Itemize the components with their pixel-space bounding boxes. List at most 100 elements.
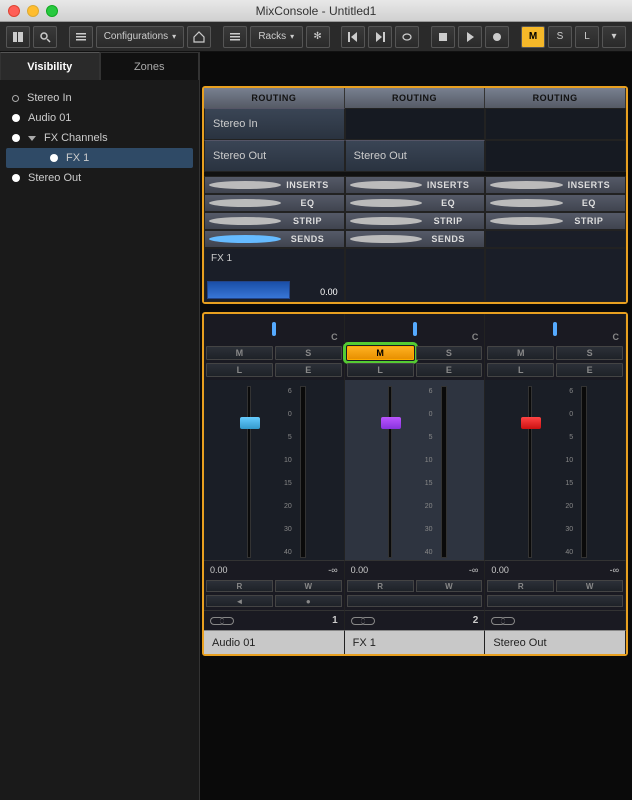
fader-track-1[interactable] bbox=[383, 386, 397, 558]
write-button-0[interactable]: W bbox=[275, 580, 342, 592]
sends-cell-1[interactable]: SENDS bbox=[345, 230, 486, 248]
inserts-cell-2[interactable]: INSERTS bbox=[485, 176, 626, 194]
fader-0: 6051015203040 bbox=[204, 380, 345, 560]
pan-2[interactable]: C bbox=[485, 314, 626, 344]
play-button[interactable] bbox=[458, 26, 482, 48]
edit-button-0[interactable]: E bbox=[275, 363, 342, 377]
search-button[interactable] bbox=[33, 26, 57, 48]
fader-knob-0[interactable] bbox=[240, 417, 260, 429]
routing-in-0[interactable]: Stereo In bbox=[204, 108, 345, 140]
routing-out-1[interactable]: Stereo Out bbox=[345, 140, 486, 172]
read-button-2[interactable]: R bbox=[487, 580, 554, 592]
rw-cell-2: R W bbox=[485, 578, 626, 610]
toolbar-more-button[interactable]: ▾ bbox=[602, 26, 626, 48]
fader-knob-1[interactable] bbox=[381, 417, 401, 429]
edit-button-1[interactable]: E bbox=[416, 363, 483, 377]
fader-value-2[interactable]: 0.00-∞ bbox=[485, 560, 626, 578]
edit-button-2[interactable]: E bbox=[556, 363, 623, 377]
channel-name-1[interactable]: FX 1 bbox=[345, 630, 486, 654]
list2-icon[interactable] bbox=[223, 26, 247, 48]
routing-in-1[interactable] bbox=[345, 108, 486, 140]
transport-end-button[interactable] bbox=[368, 26, 392, 48]
tab-zones[interactable]: Zones bbox=[100, 52, 200, 80]
strip-cell-2[interactable]: STRIP bbox=[485, 212, 626, 230]
channel-tree: Stereo In Audio 01 FX Channels FX 1 Ster… bbox=[0, 80, 199, 196]
send-slot-1[interactable] bbox=[345, 248, 486, 302]
global-mute-button[interactable]: M bbox=[521, 26, 545, 48]
monitor-button-0[interactable]: ◄ bbox=[206, 595, 273, 607]
stop-button[interactable] bbox=[431, 26, 455, 48]
strip-cell-1[interactable]: STRIP bbox=[345, 212, 486, 230]
read-button-0[interactable]: R bbox=[206, 580, 273, 592]
ms-cell-0: M S L E bbox=[204, 344, 345, 380]
send-slot-0[interactable]: FX 1 0.00 bbox=[204, 248, 345, 302]
tree-fx1[interactable]: FX 1 bbox=[6, 148, 193, 168]
fader-knob-2[interactable] bbox=[521, 417, 541, 429]
link-icon[interactable] bbox=[220, 617, 234, 625]
inserts-cell-0[interactable]: INSERTS bbox=[204, 176, 345, 194]
solo-button-0[interactable]: S bbox=[275, 346, 342, 360]
disclosure-icon[interactable] bbox=[28, 136, 36, 141]
listen-button-2[interactable]: L bbox=[487, 363, 554, 377]
send-label: FX 1 bbox=[211, 253, 232, 264]
inserts-cell-1[interactable]: INSERTS bbox=[345, 176, 486, 194]
write-button-1[interactable]: W bbox=[416, 580, 483, 592]
read-button-1[interactable]: R bbox=[347, 580, 414, 592]
sends-cell-0[interactable]: SENDS bbox=[204, 230, 345, 248]
routing-in-2[interactable] bbox=[485, 108, 626, 140]
fader-value-1[interactable]: 0.00-∞ bbox=[345, 560, 486, 578]
racks-settings-button[interactable]: ✻ bbox=[306, 26, 330, 48]
channel-name-2[interactable]: Stereo Out bbox=[485, 630, 626, 654]
rec-enable-0[interactable]: ● bbox=[275, 595, 342, 607]
home-button[interactable] bbox=[187, 26, 211, 48]
blank-2 bbox=[487, 595, 623, 607]
configurations-dropdown[interactable]: Configurations▾ bbox=[96, 26, 184, 48]
pan-1[interactable]: C bbox=[345, 314, 486, 344]
racks-dropdown[interactable]: Racks▾ bbox=[250, 26, 303, 48]
eq-cell-0[interactable]: EQ bbox=[204, 194, 345, 212]
transport-start-button[interactable] bbox=[341, 26, 365, 48]
cycle-button[interactable] bbox=[395, 26, 419, 48]
list-icon[interactable] bbox=[69, 26, 93, 48]
mute-button-1[interactable]: M bbox=[347, 346, 414, 360]
window-title: MixConsole - Untitled1 bbox=[8, 4, 624, 18]
tab-visibility[interactable]: Visibility bbox=[0, 52, 100, 80]
sends-cell-2 bbox=[485, 230, 626, 248]
tree-audio01[interactable]: Audio 01 bbox=[6, 108, 193, 128]
fader-track-2[interactable] bbox=[523, 386, 537, 558]
fader-scale: 6051015203040 bbox=[545, 386, 573, 558]
send-level-bar[interactable] bbox=[207, 281, 290, 299]
global-listen-button[interactable]: L bbox=[575, 26, 599, 48]
strip-cell-0[interactable]: STRIP bbox=[204, 212, 345, 230]
fader-track-0[interactable] bbox=[242, 386, 256, 558]
tree-stereo-out[interactable]: Stereo Out bbox=[6, 168, 193, 188]
listen-button-0[interactable]: L bbox=[206, 363, 273, 377]
rw-cell-0: R W ◄ ● bbox=[204, 578, 345, 610]
chnum-1: 2 bbox=[345, 610, 486, 630]
mute-button-0[interactable]: M bbox=[206, 346, 273, 360]
mute-button-2[interactable]: M bbox=[487, 346, 554, 360]
global-solo-button[interactable]: S bbox=[548, 26, 572, 48]
record-button[interactable] bbox=[485, 26, 509, 48]
routing-out-0[interactable]: Stereo Out bbox=[204, 140, 345, 172]
ms-cell-2: M S L E bbox=[485, 344, 626, 380]
solo-button-2[interactable]: S bbox=[556, 346, 623, 360]
link-icon[interactable] bbox=[501, 617, 515, 625]
layout-button[interactable] bbox=[6, 26, 30, 48]
solo-button-1[interactable]: S bbox=[416, 346, 483, 360]
tree-fx-channels[interactable]: FX Channels bbox=[6, 128, 193, 148]
rw-cell-1: R W bbox=[345, 578, 486, 610]
link-icon[interactable] bbox=[361, 617, 375, 625]
routing-header-2: ROUTING bbox=[485, 88, 626, 108]
rack-panel: ROUTING ROUTING ROUTING Stereo In Stereo… bbox=[202, 86, 628, 304]
channel-name-0[interactable]: Audio 01 bbox=[204, 630, 345, 654]
meter-1 bbox=[441, 386, 447, 558]
fader-value-0[interactable]: 0.00-∞ bbox=[204, 560, 345, 578]
eq-cell-1[interactable]: EQ bbox=[345, 194, 486, 212]
tree-stereo-in[interactable]: Stereo In bbox=[6, 88, 193, 108]
write-button-2[interactable]: W bbox=[556, 580, 623, 592]
routing-out-2[interactable] bbox=[485, 140, 626, 172]
listen-button-1[interactable]: L bbox=[347, 363, 414, 377]
pan-0[interactable]: C bbox=[204, 314, 345, 344]
eq-cell-2[interactable]: EQ bbox=[485, 194, 626, 212]
